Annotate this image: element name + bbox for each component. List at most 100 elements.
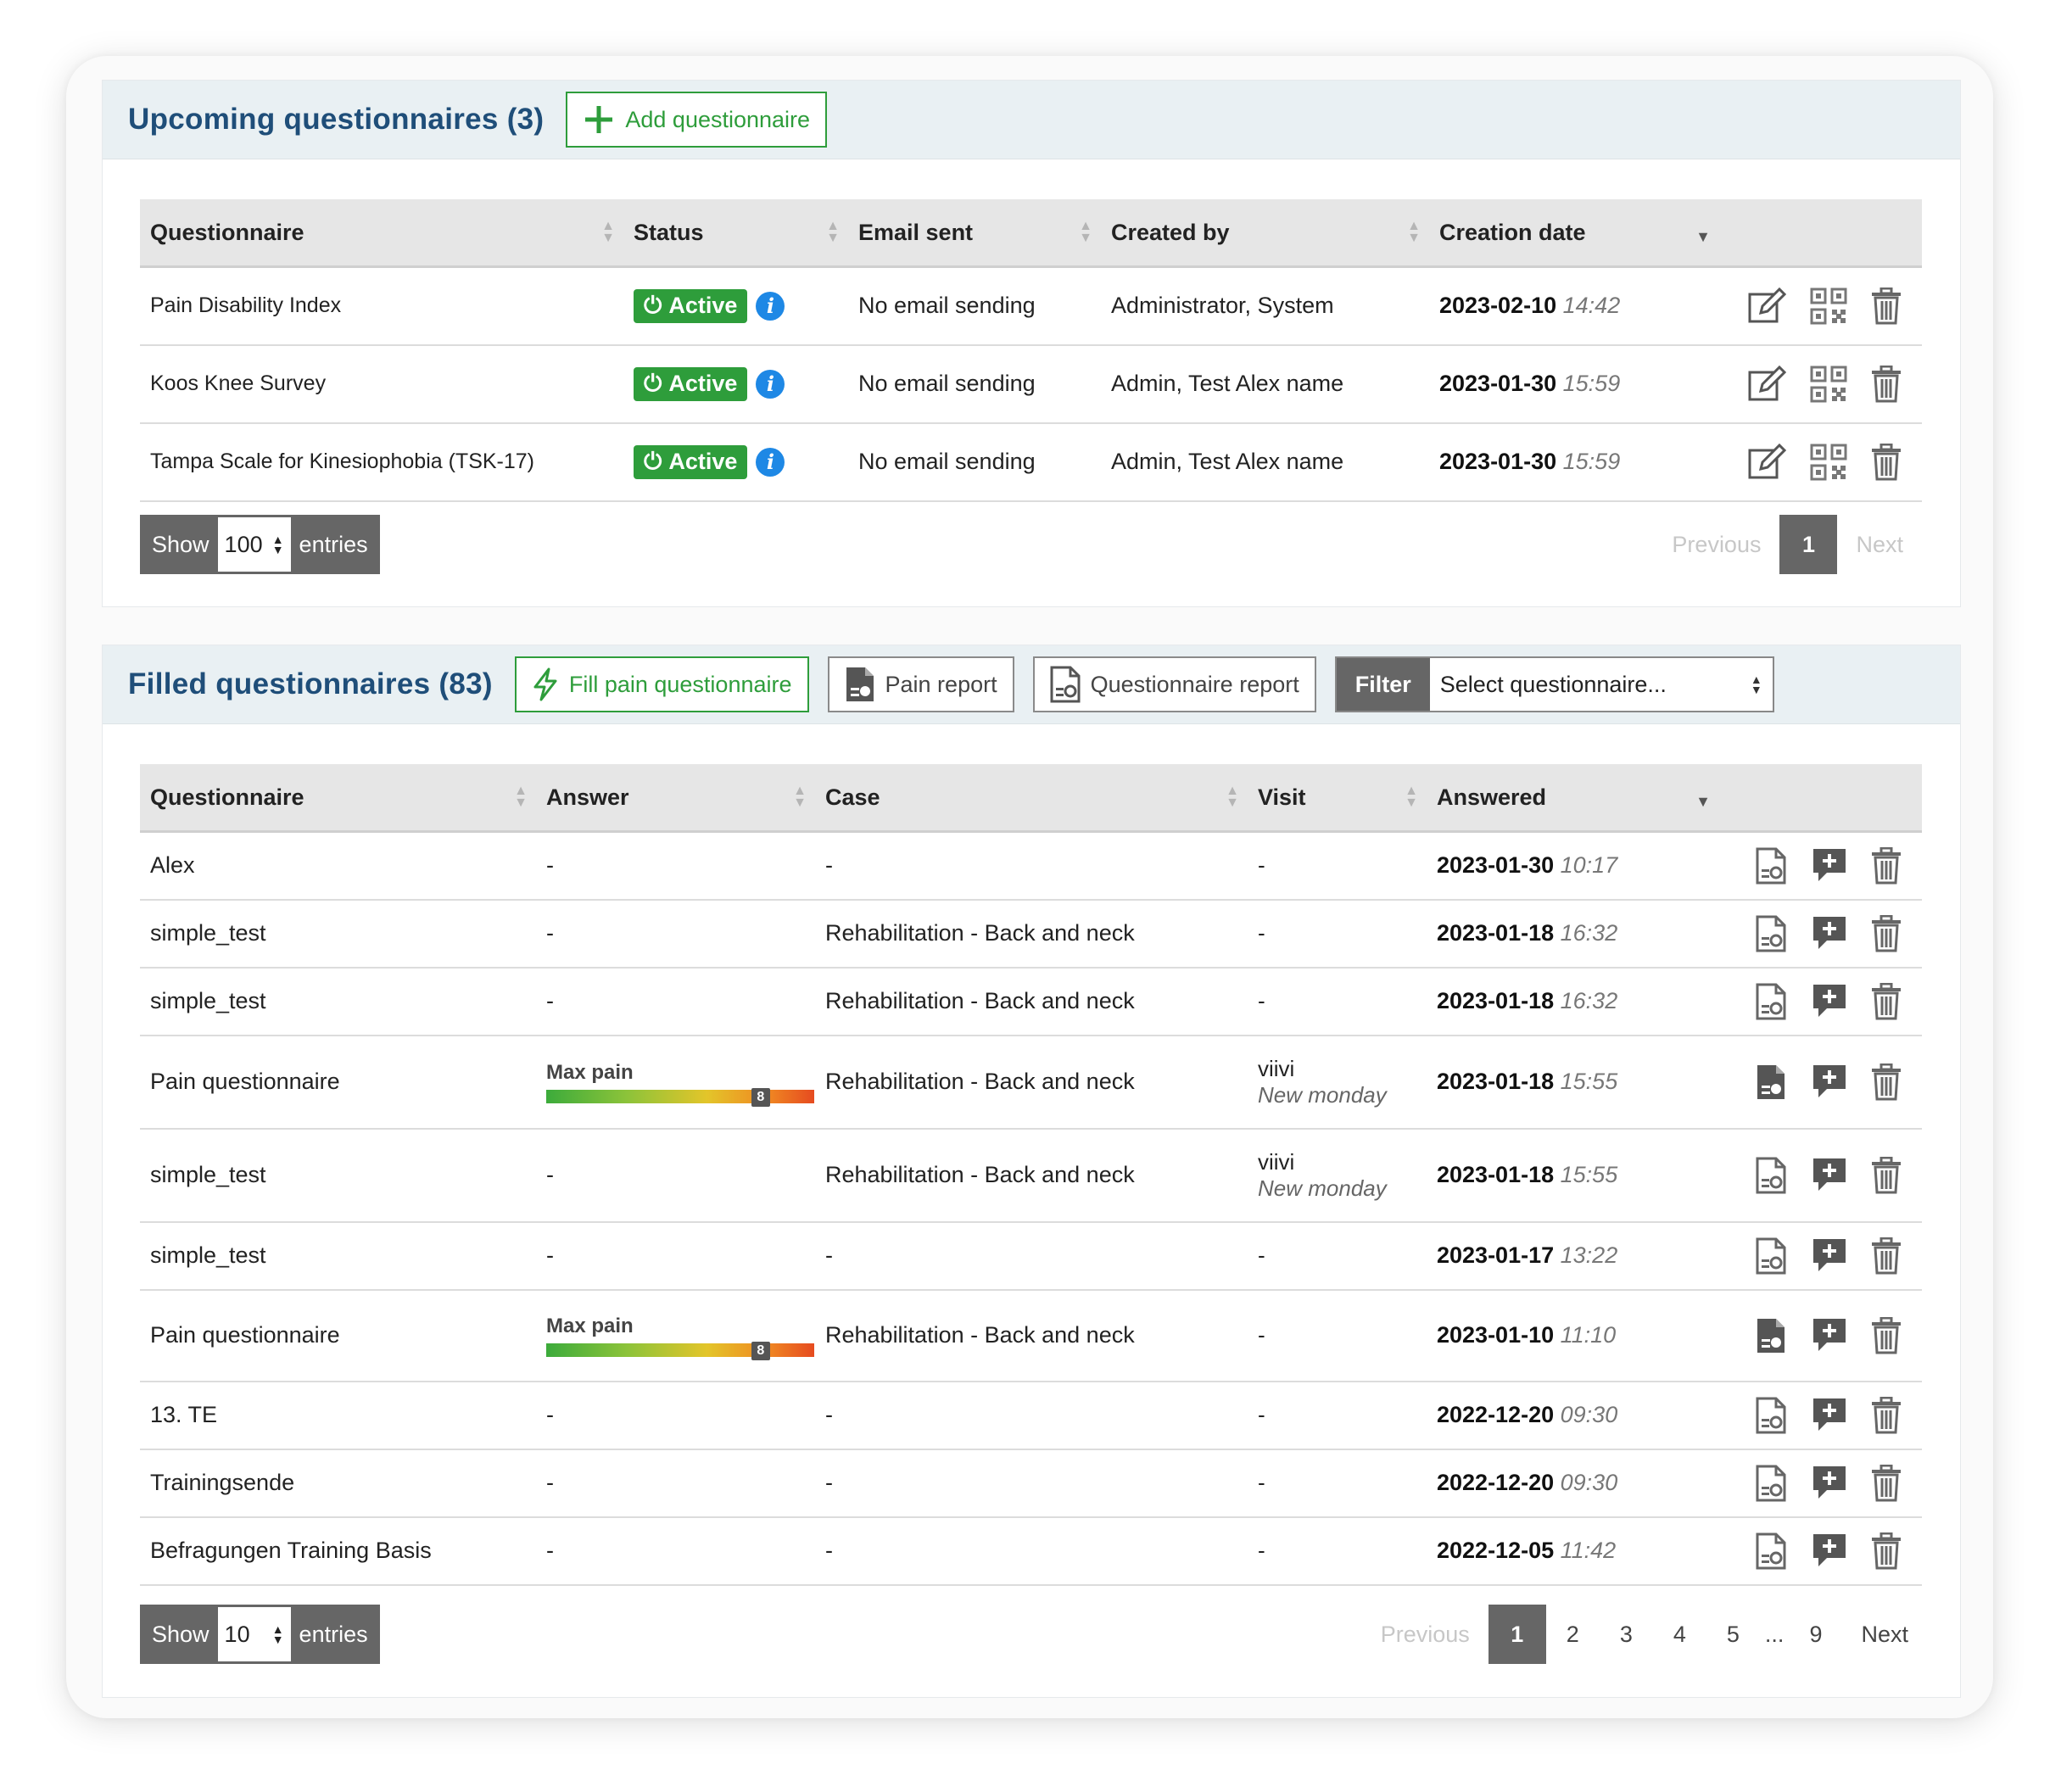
column-header-status[interactable]: Status ▲ ▼ (623, 199, 848, 268)
pain-report-icon[interactable] (1756, 1063, 1788, 1101)
trash-icon[interactable] (1871, 982, 1902, 1020)
trash-icon[interactable] (1871, 287, 1902, 325)
visit-name: - (1258, 1470, 1265, 1495)
add-comment-icon[interactable] (1812, 1397, 1847, 1434)
column-header-answer[interactable]: Answer ▲ ▼ (536, 764, 815, 833)
pain-report-icon[interactable] (1756, 1317, 1788, 1354)
page-3-button[interactable]: 3 (1600, 1622, 1653, 1648)
column-header-case[interactable]: Case ▲ ▼ (815, 764, 1248, 833)
page-4-button[interactable]: 4 (1653, 1622, 1706, 1648)
info-icon[interactable]: i (756, 291, 785, 321)
trash-icon[interactable] (1871, 1532, 1902, 1570)
max-pain-label: Max pain (546, 1060, 634, 1084)
add-comment-icon[interactable] (1812, 1532, 1847, 1570)
questionnaire-filter-select[interactable]: Select questionnaire... ▲ ▼ (1429, 658, 1773, 711)
add-questionnaire-button[interactable]: Add questionnaire (566, 92, 828, 148)
entries-select[interactable]: 100 ▲ ▼ (217, 517, 291, 572)
questionnaire-name: Pain questionnaire (140, 1035, 536, 1130)
filled-footer: Show 10 ▲ ▼ entries Previous 1 2 3 4 5 ...… (140, 1605, 1922, 1664)
add-comment-icon[interactable] (1812, 983, 1847, 1020)
document-report-icon[interactable] (1756, 983, 1788, 1020)
add-questionnaire-label: Add questionnaire (625, 106, 811, 132)
add-comment-icon[interactable] (1812, 1465, 1847, 1502)
edit-icon[interactable] (1747, 287, 1786, 325)
page-1-button[interactable]: 1 (1488, 1605, 1546, 1664)
answered-date: 2023-01-18 15:55 (1427, 1035, 1734, 1130)
column-header-created-by[interactable]: Created by ▲ ▼ (1101, 199, 1429, 268)
questionnaire-name: simple_test (140, 1128, 536, 1223)
trash-icon[interactable] (1871, 1156, 1902, 1194)
column-header-visit[interactable]: Visit ▲ ▼ (1248, 764, 1427, 833)
trash-icon[interactable] (1871, 1396, 1902, 1434)
questionnaire-name: Trainingsende (140, 1449, 536, 1518)
entries-select[interactable]: 10 ▲ ▼ (217, 1607, 291, 1661)
page-5-button[interactable]: 5 (1706, 1622, 1760, 1648)
pagination: Previous 1 Next (1653, 515, 1922, 574)
show-label: Show (152, 531, 209, 557)
pain-report-button[interactable]: Pain report (827, 656, 1014, 712)
entries-length: Show 10 ▲ ▼ entries (140, 1605, 380, 1664)
trash-icon[interactable] (1871, 365, 1902, 403)
column-header-creation-date[interactable]: Creation date ▼ (1429, 199, 1734, 268)
email-sent: No email sending (848, 266, 1101, 346)
trash-icon[interactable] (1871, 1464, 1902, 1502)
add-comment-icon[interactable] (1812, 1237, 1847, 1275)
column-header-questionnaire[interactable]: Questionnaire ▲ ▼ (140, 199, 623, 268)
page-1-button[interactable]: 1 (1779, 515, 1838, 574)
table-row: Pain Disability Index ⏻ Active i No email … (140, 266, 1922, 346)
edit-icon[interactable] (1747, 365, 1786, 403)
document-report-icon[interactable] (1756, 1532, 1788, 1570)
filter-group: Filter Select questionnaire... ▲ ▼ (1334, 656, 1774, 712)
report-icon (846, 667, 874, 701)
pain-report-label: Pain report (885, 671, 997, 697)
trash-icon[interactable] (1871, 1237, 1902, 1275)
document-report-icon[interactable] (1756, 915, 1788, 952)
trash-icon[interactable] (1871, 846, 1902, 885)
visit-cell: - (1248, 967, 1427, 1036)
document-report-icon[interactable] (1756, 1397, 1788, 1434)
trash-icon[interactable] (1871, 1063, 1902, 1101)
add-comment-icon[interactable] (1812, 1063, 1847, 1101)
info-icon[interactable]: i (756, 369, 785, 399)
column-header-questionnaire[interactable]: Questionnaire ▲ ▼ (140, 764, 536, 833)
case-cell: - (815, 1381, 1248, 1450)
questionnaire-report-label: Questionnaire report (1090, 671, 1299, 697)
table-row: 13. TE - - -2022-12-20 09:30 (140, 1381, 1922, 1450)
visit-name: viivi (1258, 1148, 1295, 1175)
document-report-icon[interactable] (1756, 1465, 1788, 1502)
questionnaire-name: simple_test (140, 1221, 536, 1291)
table-row: Pain questionnaire Max pain 8 Rehabilitatio… (140, 1035, 1922, 1130)
column-header-email-sent[interactable]: Email sent ▲ ▼ (848, 199, 1101, 268)
qr-code-icon[interactable] (1810, 288, 1847, 325)
trash-icon[interactable] (1871, 1316, 1902, 1354)
trash-icon[interactable] (1871, 914, 1902, 952)
page-2-button[interactable]: 2 (1546, 1622, 1600, 1648)
answer-cell: Max pain 8 (536, 1035, 815, 1130)
questionnaire-report-button[interactable]: Questionnaire report (1032, 656, 1316, 712)
table-row: Koos Knee Survey ⏻ Active i No email sendi… (140, 344, 1922, 424)
qr-code-icon[interactable] (1810, 444, 1847, 481)
fill-pain-questionnaire-button[interactable]: Fill pain questionnaire (514, 656, 809, 712)
document-report-icon[interactable] (1756, 1237, 1788, 1275)
previous-button[interactable]: Previous (1362, 1622, 1488, 1648)
visit-cell: - (1248, 1381, 1427, 1450)
document-report-icon[interactable] (1756, 1157, 1788, 1194)
add-comment-icon[interactable] (1812, 915, 1847, 952)
edit-icon[interactable] (1747, 443, 1786, 481)
visit-subtitle: New monday (1258, 1175, 1387, 1201)
qr-code-icon[interactable] (1810, 366, 1847, 403)
next-button[interactable]: Next (1842, 1622, 1922, 1648)
page-9-button[interactable]: 9 (1789, 1622, 1842, 1648)
column-header-answered[interactable]: Answered ▼ (1427, 764, 1734, 833)
visit-cell: - (1248, 1516, 1427, 1586)
add-comment-icon[interactable] (1812, 1317, 1847, 1354)
info-icon[interactable]: i (756, 447, 785, 477)
add-comment-icon[interactable] (1812, 1157, 1847, 1194)
document-report-icon[interactable] (1756, 847, 1788, 885)
trash-icon[interactable] (1871, 443, 1902, 481)
column-header-actions (1734, 764, 1922, 833)
visit-name: - (1258, 1242, 1265, 1268)
previous-button[interactable]: Previous (1653, 532, 1779, 558)
next-button[interactable]: Next (1837, 532, 1922, 558)
add-comment-icon[interactable] (1812, 847, 1847, 885)
